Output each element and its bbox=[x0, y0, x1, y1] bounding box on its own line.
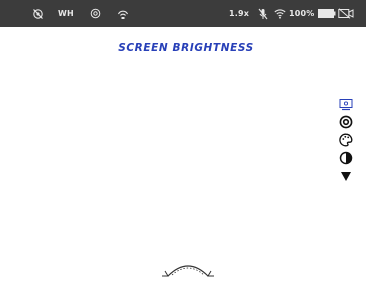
wifi-icon bbox=[274, 0, 286, 27]
more-down-icon[interactable] bbox=[338, 168, 354, 184]
status-bar: WH 1.9x 100% bbox=[0, 0, 366, 27]
zoom-label: 1.9x bbox=[229, 9, 250, 18]
target-icon bbox=[90, 0, 101, 27]
rotary-knob-icon[interactable] bbox=[160, 258, 216, 283]
mic-off-icon bbox=[258, 0, 268, 27]
battery-icon bbox=[318, 0, 336, 27]
mode-label: WH bbox=[58, 9, 74, 18]
wifi-hotspot-icon bbox=[117, 0, 129, 27]
palette-icon[interactable] bbox=[338, 132, 354, 148]
page-title: SCREEN BRIGHTNESS bbox=[118, 42, 254, 54]
screen-brightness-icon[interactable] bbox=[338, 96, 354, 112]
no-camera-icon bbox=[32, 0, 44, 27]
eye-icon[interactable] bbox=[338, 114, 354, 130]
video-off-icon bbox=[338, 0, 354, 27]
side-menu bbox=[336, 96, 356, 186]
battery-label: 100% bbox=[289, 9, 315, 18]
contrast-icon[interactable] bbox=[338, 150, 354, 166]
